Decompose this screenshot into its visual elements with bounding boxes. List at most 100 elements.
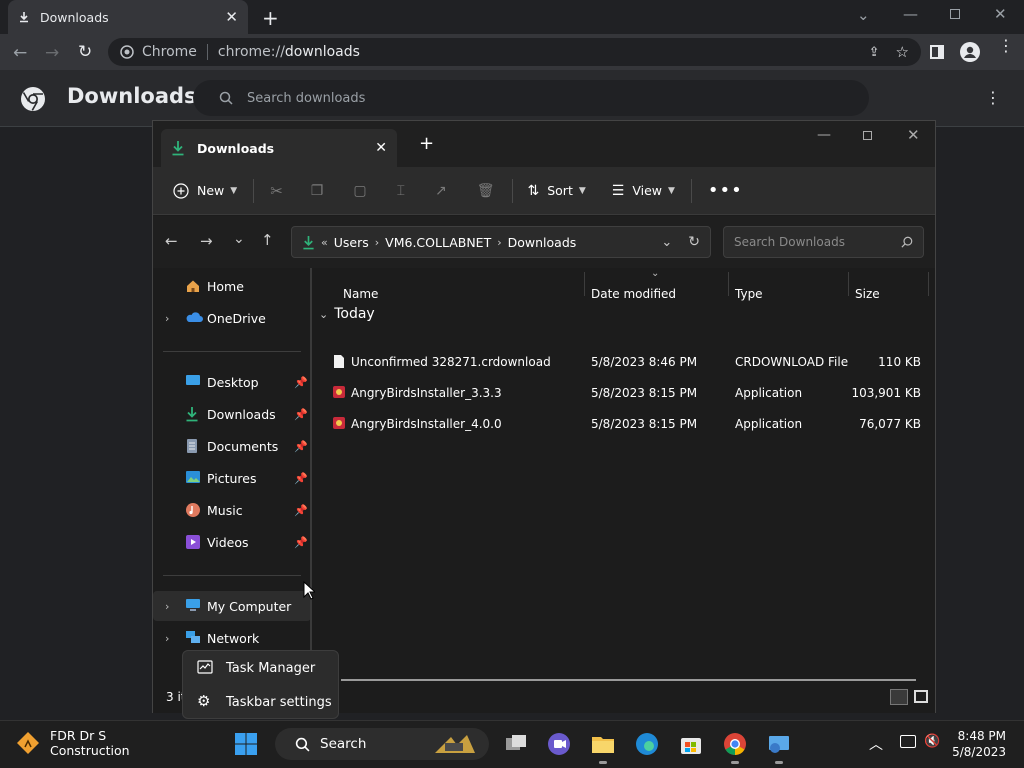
new-button[interactable]: New ▼	[173, 182, 237, 199]
new-tab-button[interactable]: +	[262, 6, 279, 30]
chrome-tab-downloads[interactable]: Downloads ✕	[8, 0, 248, 34]
taskbar-search[interactable]: Search	[275, 728, 489, 760]
pin-icon[interactable]: 📌	[294, 376, 308, 389]
delete-icon[interactable]: 🗑	[477, 183, 495, 199]
rename-icon[interactable]: ⌶	[397, 183, 405, 199]
refresh-icon[interactable]: ↻	[688, 234, 700, 250]
search-downloads-field[interactable]: Search Downloads	[723, 226, 924, 258]
side-panel-icon[interactable]	[930, 45, 944, 59]
pin-icon[interactable]: 📌	[294, 408, 308, 421]
close-tab-icon[interactable]: ✕	[375, 140, 387, 156]
details-view-icon[interactable]	[890, 689, 908, 705]
new-tab-button[interactable]: +	[419, 133, 434, 154]
minimize-window-icon[interactable]: —	[903, 5, 918, 23]
search-downloads-input[interactable]: Search downloads	[193, 80, 869, 116]
taskbar-clock[interactable]: 8:48 PM 5/8/2023	[940, 728, 1006, 760]
volume-muted-icon[interactable]: 🔇	[924, 734, 940, 749]
pin-icon[interactable]: 📌	[294, 440, 308, 453]
chevron-right-icon[interactable]: ›	[497, 236, 501, 249]
more-options-icon[interactable]: •••	[708, 180, 743, 201]
recent-locations-chevron-icon[interactable]: ⌄	[233, 231, 245, 247]
column-divider[interactable]	[848, 272, 849, 296]
restore-window-icon[interactable]	[950, 9, 960, 19]
close-window-icon[interactable]: ✕	[907, 126, 920, 144]
nav-item-network[interactable]: › Network	[153, 623, 311, 653]
nav-item-videos[interactable]: Videos 📌	[153, 527, 311, 557]
file-row[interactable]: AngryBirdsInstaller_4.0.0 5/8/2023 8:15 …	[321, 409, 927, 439]
chevron-right-icon[interactable]: ›	[375, 236, 379, 249]
task-view-icon[interactable]	[503, 731, 529, 757]
file-row[interactable]: AngryBirdsInstaller_3.3.3 5/8/2023 8:15 …	[321, 378, 927, 408]
sort-button[interactable]: ⇅ Sort ▼	[527, 183, 585, 199]
column-header-name[interactable]: Name	[343, 282, 378, 306]
edge-browser-icon[interactable]	[634, 731, 660, 757]
column-header-type[interactable]: Type	[735, 282, 763, 306]
chevron-right-icon[interactable]: ›	[165, 312, 169, 325]
breadcrumb-item[interactable]: VM6.COLLABNET	[385, 235, 491, 250]
menu-item-taskbar-settings[interactable]: ⚙ Taskbar settings	[183, 685, 340, 719]
remote-desktop-icon[interactable]	[766, 731, 792, 757]
group-header-today[interactable]: ⌄ Today	[319, 306, 375, 322]
chrome-browser-icon[interactable]	[722, 731, 748, 757]
nav-item-onedrive[interactable]: › OneDrive	[153, 303, 311, 333]
column-header-date-modified[interactable]: Date modified	[591, 282, 676, 306]
back-icon[interactable]: ←	[165, 232, 178, 250]
copy-icon[interactable]: ❐	[311, 183, 324, 199]
paste-icon[interactable]: ▢	[353, 183, 366, 199]
network-status-icon[interactable]	[900, 735, 916, 748]
tab-search-chevron-icon[interactable]: ⌄	[857, 6, 870, 24]
close-window-icon[interactable]: ✕	[994, 5, 1007, 23]
view-button[interactable]: ☰ View ▼	[612, 183, 675, 199]
downloads-more-icon[interactable]: ⋮	[985, 88, 1001, 107]
omnibox[interactable]: Chrome chrome://downloads ⇪ ☆	[108, 38, 921, 66]
breadcrumb-item[interactable]: Downloads	[508, 235, 577, 250]
show-hidden-icons-chevron-icon[interactable]: ︿	[869, 734, 883, 754]
bookmark-star-icon[interactable]: ☆	[896, 43, 909, 61]
forward-icon[interactable]: →	[45, 43, 59, 63]
breadcrumb-item[interactable]: Users	[334, 235, 369, 250]
sort-chevron-icon: ⌄	[651, 268, 660, 279]
forward-icon[interactable]: →	[200, 232, 213, 250]
up-directory-icon[interactable]: ↑	[261, 231, 274, 249]
share-icon[interactable]: ↗	[435, 183, 447, 199]
address-bar[interactable]: « Users › VM6.COLLABNET › Downloads ⌄ ↻	[291, 226, 711, 258]
close-tab-icon[interactable]: ✕	[225, 8, 238, 26]
pin-icon[interactable]: 📌	[294, 536, 308, 549]
nav-item-documents[interactable]: Documents 📌	[153, 431, 311, 461]
profile-avatar-icon[interactable]	[960, 42, 980, 62]
column-divider[interactable]	[928, 272, 929, 296]
explorer-tab-downloads[interactable]: Downloads ✕	[161, 129, 397, 167]
minimize-window-icon[interactable]: —	[817, 127, 831, 143]
tiles-view-icon[interactable]	[914, 690, 928, 703]
back-icon[interactable]: ←	[13, 43, 27, 63]
nav-item-pictures[interactable]: Pictures 📌	[153, 463, 311, 493]
nav-item-my-computer[interactable]: › My Computer	[153, 591, 311, 621]
file-row[interactable]: Unconfirmed 328271.crdownload 5/8/2023 8…	[321, 347, 927, 377]
cut-icon[interactable]: ✂	[270, 182, 283, 200]
microsoft-store-icon[interactable]	[678, 731, 704, 757]
windows-start-icon[interactable]	[234, 732, 258, 756]
chevron-right-icon[interactable]: ›	[165, 632, 169, 645]
teams-chat-icon[interactable]	[546, 731, 572, 757]
overflow-chevron-icon[interactable]: «	[321, 236, 328, 249]
chevron-right-icon[interactable]: ›	[165, 600, 169, 613]
chevron-down-icon[interactable]: ⌄	[661, 235, 672, 250]
pin-icon[interactable]: 📌	[294, 504, 308, 517]
nav-item-desktop[interactable]: Desktop 📌	[153, 367, 311, 397]
nav-item-home[interactable]: Home	[153, 271, 311, 301]
nav-item-downloads[interactable]: Downloads 📌	[153, 399, 311, 429]
file-explorer-icon[interactable]	[590, 731, 616, 757]
pin-icon[interactable]: 📌	[294, 472, 308, 485]
share-icon[interactable]: ⇪	[869, 45, 880, 60]
column-divider[interactable]	[584, 272, 585, 296]
nav-pane-scrollbar[interactable]	[310, 268, 312, 688]
chrome-menu-icon[interactable]: ⋮	[998, 38, 1014, 54]
weather-widget[interactable]: FDR Dr S Construction	[16, 728, 130, 758]
running-indicator	[731, 761, 739, 764]
menu-item-task-manager[interactable]: Task Manager	[183, 651, 340, 685]
reload-icon[interactable]: ↻	[78, 42, 92, 62]
column-divider[interactable]	[728, 272, 729, 296]
column-header-size[interactable]: Size	[855, 282, 880, 306]
nav-item-music[interactable]: Music 📌	[153, 495, 311, 525]
maximize-window-icon[interactable]	[863, 131, 872, 140]
